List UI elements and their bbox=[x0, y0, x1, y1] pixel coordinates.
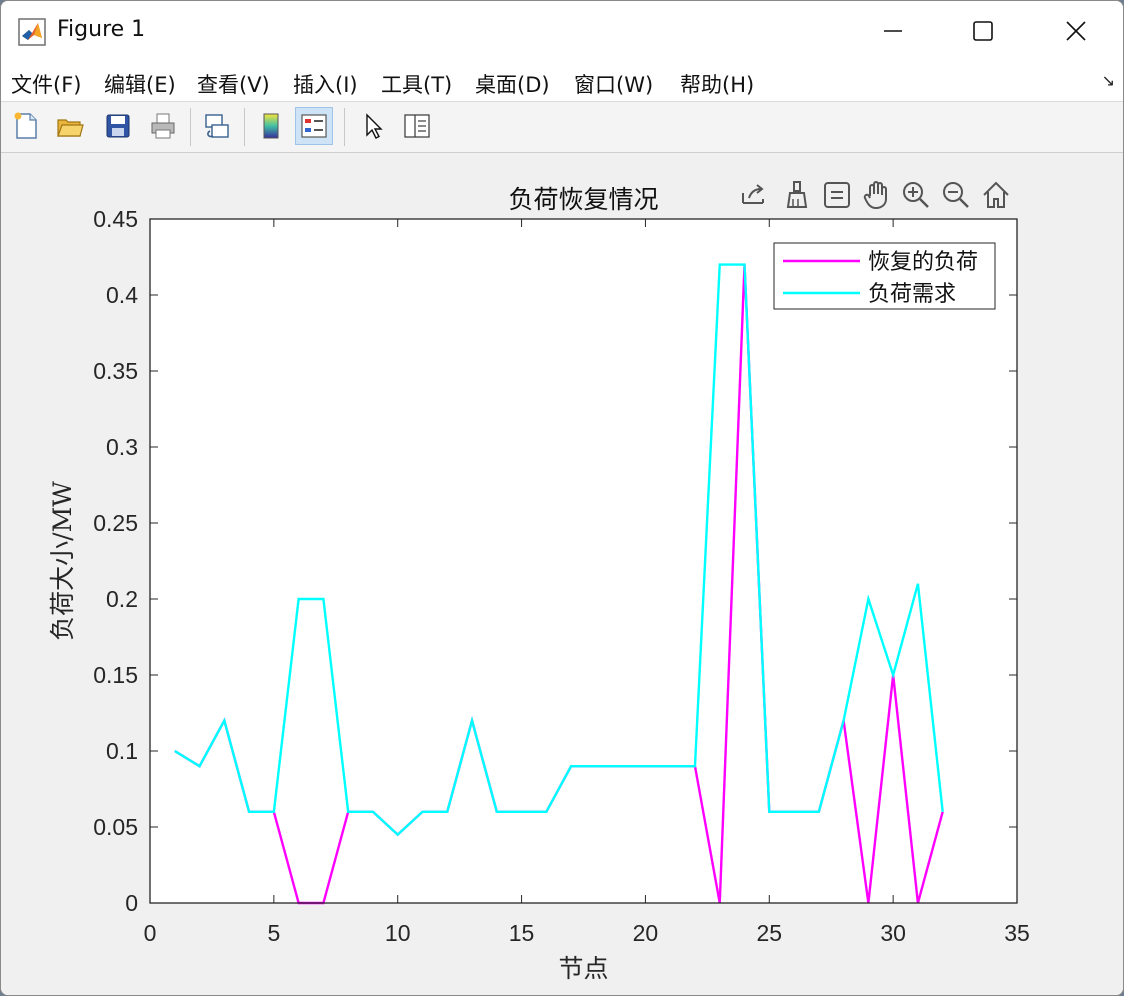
data-tips-icon bbox=[824, 182, 850, 208]
y-tick-label: 0.4 bbox=[106, 282, 138, 308]
x-tick-label: 5 bbox=[267, 920, 280, 946]
legend-label-2: 负荷需求 bbox=[868, 282, 956, 307]
y-tick-label: 0.15 bbox=[93, 662, 138, 688]
menu-overflow-icon[interactable]: ↘ bbox=[1102, 71, 1115, 90]
insert-legend-button[interactable] bbox=[295, 107, 333, 145]
home-button[interactable] bbox=[978, 177, 1014, 213]
y-tick-label: 0.3 bbox=[106, 434, 138, 460]
brush-icon bbox=[786, 181, 808, 208]
y-tick-label: 0.35 bbox=[93, 358, 138, 384]
new-figure-icon bbox=[14, 112, 37, 139]
menu-view[interactable]: 查看(V) bbox=[197, 69, 270, 99]
link-plot-icon bbox=[205, 114, 229, 138]
pan-button[interactable] bbox=[858, 177, 894, 213]
home-icon bbox=[983, 181, 1009, 208]
insert-legend-icon bbox=[301, 114, 327, 138]
x-axis-label: 节点 bbox=[558, 954, 608, 983]
toolbar-separator bbox=[244, 108, 245, 146]
toolbar-separator bbox=[190, 108, 191, 146]
maximize-button[interactable] bbox=[953, 11, 1013, 51]
maximize-icon bbox=[973, 21, 993, 41]
y-tick-label: 0 bbox=[125, 890, 138, 916]
x-tick-label: 15 bbox=[509, 920, 535, 946]
insert-colorbar-icon bbox=[263, 113, 279, 139]
zoom-out-icon bbox=[943, 182, 969, 208]
close-button[interactable] bbox=[1046, 11, 1106, 51]
zoom-in-icon bbox=[903, 182, 929, 208]
line-chart[interactable]: 0 5 10 15 20 25 30 35 0 0.05 0.1 0.15 0.2 0.25 0.3 0.35… bbox=[1, 153, 1123, 995]
toolbar-separator bbox=[344, 108, 345, 146]
minimize-button[interactable] bbox=[863, 11, 923, 51]
menu-tools[interactable]: 工具(T) bbox=[381, 69, 452, 99]
link-plot-button[interactable] bbox=[198, 107, 236, 145]
property-inspector-button[interactable] bbox=[398, 107, 436, 145]
menu-window[interactable]: 窗口(W) bbox=[574, 69, 653, 99]
window-title: Figure 1 bbox=[57, 17, 146, 42]
edit-plot-button[interactable] bbox=[354, 107, 392, 145]
x-tick-label: 30 bbox=[880, 920, 906, 946]
new-figure-button[interactable] bbox=[7, 107, 45, 145]
menu-edit[interactable]: 编辑(E) bbox=[104, 69, 176, 99]
x-tick-label: 0 bbox=[144, 920, 157, 946]
save-icon bbox=[106, 114, 130, 138]
x-tick-label: 20 bbox=[633, 920, 659, 946]
matlab-logo-icon bbox=[18, 18, 46, 46]
open-file-icon bbox=[57, 119, 84, 137]
y-tick-label: 0.2 bbox=[106, 586, 138, 612]
chart-title: 负荷恢复情况 bbox=[508, 185, 658, 214]
export-button[interactable] bbox=[736, 177, 772, 213]
data-tips-button[interactable] bbox=[819, 177, 855, 213]
figure-window: Figure 1 文件(F) 编辑(E) 查看(V) 插入(I) 工具(T) 桌… bbox=[0, 0, 1124, 996]
print-button[interactable] bbox=[144, 107, 182, 145]
minimize-icon bbox=[884, 30, 902, 32]
open-file-button[interactable] bbox=[51, 107, 89, 145]
save-button[interactable] bbox=[99, 107, 137, 145]
legend-label-1: 恢复的负荷 bbox=[868, 250, 978, 275]
print-icon bbox=[151, 113, 175, 139]
y-tick-label: 0.45 bbox=[93, 206, 138, 232]
plot-area bbox=[150, 219, 1017, 903]
title-bar: Figure 1 bbox=[1, 1, 1123, 61]
figure-toolbar bbox=[1, 102, 1123, 153]
y-tick-label: 0.05 bbox=[93, 814, 138, 840]
menu-help[interactable]: 帮助(H) bbox=[680, 69, 754, 99]
property-inspector-icon bbox=[404, 114, 430, 138]
zoom-in-button[interactable] bbox=[898, 177, 934, 213]
zoom-out-button[interactable] bbox=[938, 177, 974, 213]
x-tick-label: 10 bbox=[385, 920, 411, 946]
y-tick-label: 0.25 bbox=[93, 510, 138, 536]
brush-button[interactable] bbox=[779, 177, 815, 213]
close-icon bbox=[1066, 21, 1086, 41]
legend[interactable]: 恢复的负荷负荷需求 bbox=[773, 242, 996, 310]
export-icon bbox=[742, 184, 764, 204]
pan-icon bbox=[863, 181, 887, 210]
menu-bar: 文件(F) 编辑(E) 查看(V) 插入(I) 工具(T) 桌面(D) 窗口(W… bbox=[1, 61, 1123, 102]
y-axis-label: 负荷大小/MW bbox=[48, 481, 77, 641]
menu-file[interactable]: 文件(F) bbox=[11, 69, 81, 99]
edit-plot-arrow-icon bbox=[366, 113, 383, 139]
y-tick-label: 0.1 bbox=[106, 738, 138, 764]
menu-desktop[interactable]: 桌面(D) bbox=[475, 69, 550, 99]
insert-colorbar-button[interactable] bbox=[252, 107, 290, 145]
x-tick-label: 25 bbox=[756, 920, 782, 946]
x-tick-label: 35 bbox=[1004, 920, 1030, 946]
menu-insert[interactable]: 插入(I) bbox=[293, 69, 358, 99]
